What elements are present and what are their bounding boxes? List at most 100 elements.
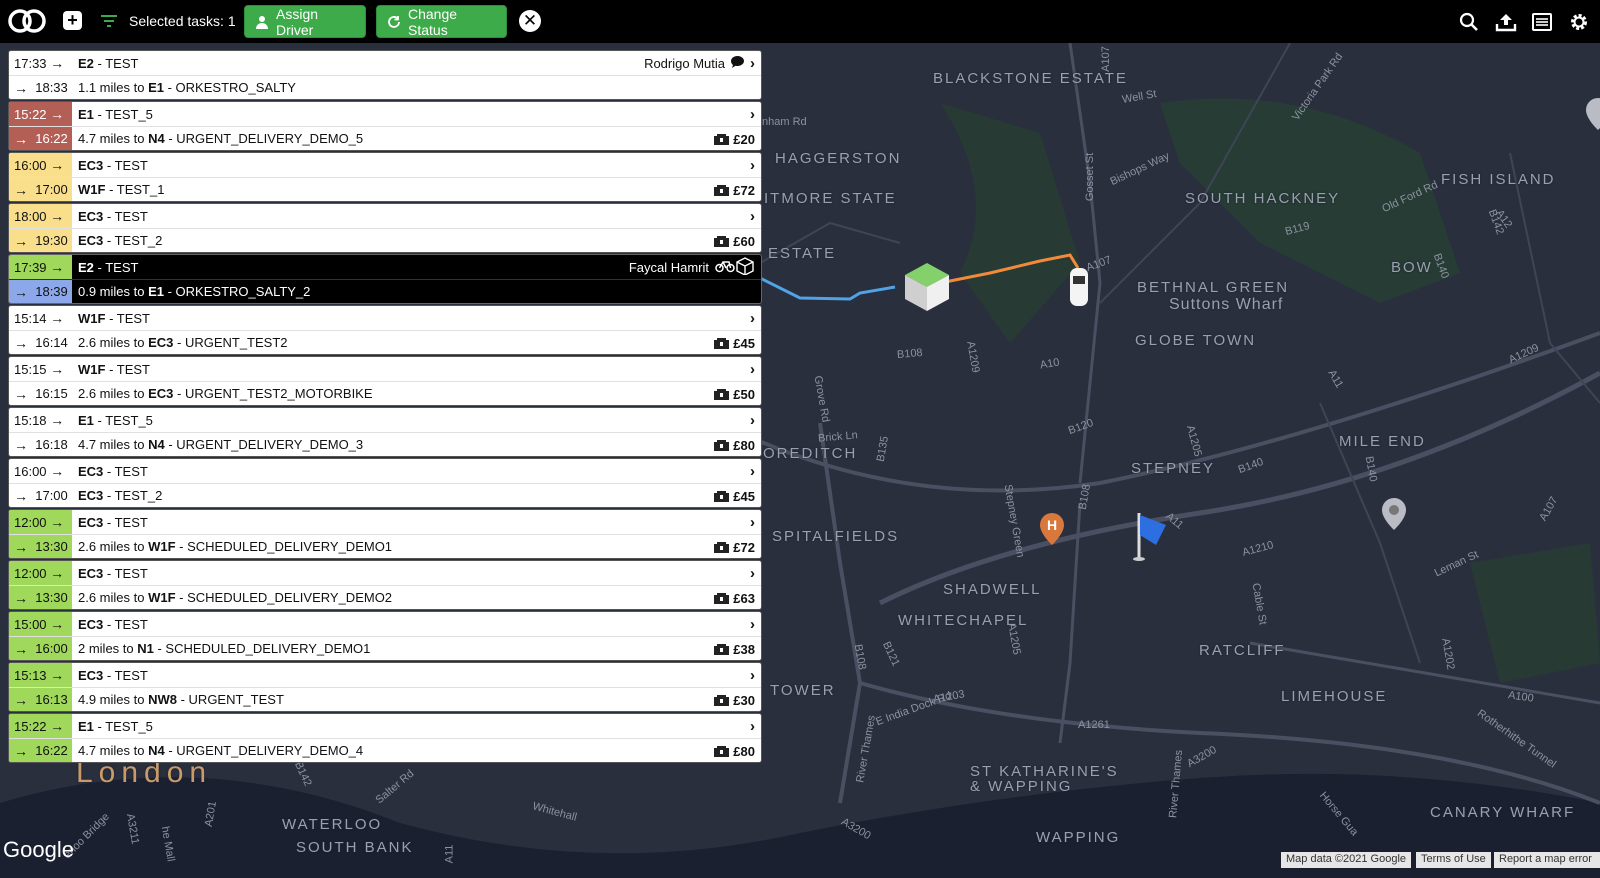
vehicle-marker[interactable] [1070,268,1088,306]
dropoff-right: £72 [714,535,755,558]
price: £20 [714,132,755,147]
chevron-right-icon[interactable]: › [750,208,755,225]
gear-icon[interactable] [1568,11,1590,33]
chevron-right-icon[interactable]: › [750,667,755,684]
pickup-row[interactable]: 15:18 → E1 - TEST_5 › [9,408,761,432]
pickup-time: 15:18 → [14,412,65,428]
dropoff-row[interactable]: → 13:30 2.6 miles to W1F - SCHEDULED_DEL… [9,585,761,609]
pickup-time: 12:00 → [9,561,72,585]
chevron-right-icon[interactable]: › [750,718,755,735]
assign-driver-button[interactable]: Assign Driver [244,5,366,38]
price: £45 [714,336,755,351]
pickup-time: 15:13 → [9,663,72,687]
upload-icon[interactable] [1495,11,1517,33]
pickup-right: › [744,408,755,432]
change-status-button[interactable]: Change Status [376,5,507,38]
terms-of-use-link[interactable]: Terms of Use [1416,852,1491,868]
pickup-row[interactable]: 16:00 → EC3 - TEST › [9,459,761,483]
pickup-row[interactable]: 17:39 → E2 - TEST Faycal Hamrit [9,255,761,279]
pickup-row[interactable]: 12:00 → EC3 - TEST › [9,510,761,534]
road-label: B108 [896,346,924,362]
dropoff-row[interactable]: → 16:22 4.7 miles to N4 - URGENT_DELIVER… [9,126,761,150]
task-card[interactable]: 15:15 → W1F - TEST › → 16:15 2.6 miles t… [8,356,762,406]
plus-icon[interactable]: + [63,11,82,30]
chevron-right-icon[interactable]: › [750,616,755,633]
task-card[interactable]: 12:00 → EC3 - TEST › → 13:30 2.6 miles t… [8,509,762,559]
area-label: HAGGERSTON [775,150,902,167]
dropoff-row[interactable]: → 17:00 W1F - TEST_1 £72 [9,177,761,201]
google-logo[interactable]: Google [3,837,74,863]
pickup-row[interactable]: 18:00 → EC3 - TEST › [9,204,761,228]
area-label: RATCLIFF [1199,642,1286,659]
task-card[interactable]: 12:00 → EC3 - TEST › → 13:30 2.6 miles t… [8,560,762,610]
price: £63 [714,591,755,606]
dropoff-row[interactable]: → 18:33 1.1 miles to E1 - ORKESTRO_SALTY [9,75,761,99]
pickup-row[interactable]: 12:00 → EC3 - TEST › [9,561,761,585]
pickup-row[interactable]: 17:33 → E2 - TEST Rodrigo Mutia › [9,51,761,75]
chevron-right-icon[interactable]: › [750,361,755,378]
task-card[interactable]: 17:33 → E2 - TEST Rodrigo Mutia › → 18:33… [8,50,762,100]
dropoff-row[interactable]: → 16:15 2.6 miles to EC3 - URGENT_TEST2_… [9,381,761,405]
pickup-row[interactable]: 15:22 → E1 - TEST_5 › [9,714,761,738]
chevron-right-icon[interactable]: › [750,310,755,327]
pickup-row[interactable]: 15:15 → W1F - TEST › [9,357,761,381]
road-label: nham Rd [762,116,807,128]
task-card[interactable]: 15:00 → EC3 - TEST › → 16:00 2 miles to … [8,611,762,661]
dropoff-row[interactable]: → 19:30 EC3 - TEST_2 £60 [9,228,761,252]
logo-icon[interactable] [8,9,46,33]
pickup-row[interactable]: 15:14 → W1F - TEST › [9,306,761,330]
search-icon[interactable] [1458,11,1480,33]
area-label: STEPNEY [1131,460,1216,477]
pickup-time: 12:00 → [9,510,72,534]
pickup-row[interactable]: 15:13 → EC3 - TEST › [9,663,761,687]
dropoff-right: £63 [714,586,755,609]
dropoff-desc: 2.6 miles to EC3 - URGENT_TEST2_MOTORBIK… [78,386,373,401]
chevron-right-icon[interactable]: › [750,106,755,123]
report-map-error-link[interactable]: Report a map error [1494,852,1600,868]
list-icon[interactable] [1531,11,1553,33]
pickup-row[interactable]: 15:00 → EC3 - TEST › [9,612,761,636]
task-card[interactable]: 16:00 → EC3 - TEST › → 17:00 EC3 - TEST_… [8,458,762,508]
dropoff-row[interactable]: → 16:13 4.9 miles to NW8 - URGENT_TEST £… [9,687,761,711]
pickup-desc: EC3 - TEST [78,667,148,683]
filter-icon[interactable] [100,12,118,30]
task-card[interactable]: 18:00 → EC3 - TEST › → 19:30 EC3 - TEST_… [8,203,762,253]
dropoff-time: → 17:00 [14,487,68,504]
chevron-right-icon[interactable]: › [750,412,755,429]
dropoff-right: £60 [714,229,755,252]
task-card[interactable]: 15:22 → E1 - TEST_5 › → 16:22 4.7 miles … [8,101,762,151]
chevron-right-icon[interactable]: › [750,463,755,480]
dropoff-row[interactable]: → 18:39 0.9 miles to E1 - ORKESTRO_SALTY… [9,279,761,303]
pickup-row[interactable]: 16:00 → EC3 - TEST › [9,153,761,177]
task-card[interactable]: 15:18 → E1 - TEST_5 › → 16:18 4.7 miles … [8,407,762,457]
task-card[interactable]: 15:22 → E1 - TEST_5 › → 16:22 4.7 miles … [8,713,762,763]
chevron-right-icon[interactable]: › [750,157,755,174]
pickup-desc: EC3 - TEST [78,514,148,530]
dropoff-right: £45 [714,484,755,507]
dropoff-right: £72 [714,178,755,201]
dropoff-row[interactable]: → 13:30 2.6 miles to W1F - SCHEDULED_DEL… [9,534,761,558]
chevron-right-icon[interactable]: › [750,514,755,531]
pickup-right: › [744,306,755,330]
task-card[interactable]: 15:13 → EC3 - TEST › → 16:13 4.9 miles t… [8,662,762,712]
dropoff-row[interactable]: → 16:22 4.7 miles to N4 - URGENT_DELIVER… [9,738,761,762]
dropoff-desc: 2.6 miles to W1F - SCHEDULED_DELIVERY_DE… [78,539,393,554]
dropoff-desc: EC3 - TEST_2 [78,488,163,503]
parcel-icon [714,133,730,145]
close-icon[interactable]: ✕ [519,10,541,32]
task-card[interactable]: 15:14 → W1F - TEST › → 16:14 2.6 miles t… [8,305,762,355]
dropoff-desc: 4.7 miles to N4 - URGENT_DELIVERY_DEMO_5 [78,131,364,146]
dropoff-row[interactable]: → 16:14 2.6 miles to EC3 - URGENT_TEST2 … [9,330,761,354]
dropoff-right: £20 [714,127,755,150]
dropoff-row[interactable]: → 16:00 2 miles to N1 - SCHEDULED_DELIVE… [9,636,761,660]
dropoff-row[interactable]: → 16:18 4.7 miles to N4 - URGENT_DELIVER… [9,432,761,456]
task-card[interactable]: 16:00 → EC3 - TEST › → 17:00 W1F - TEST_… [8,152,762,202]
task-card[interactable]: 17:39 → E2 - TEST Faycal Hamrit → 18:39 … [8,254,762,304]
dropoff-row[interactable]: → 17:00 EC3 - TEST_2 £45 [9,483,761,507]
parcel-icon [714,592,730,604]
driver-name: Faycal Hamrit [628,259,709,275]
chevron-right-icon[interactable]: › [750,565,755,582]
dropoff-desc: 4.9 miles to NW8 - URGENT_TEST [78,692,284,707]
chevron-right-icon[interactable]: › [750,55,755,72]
pickup-row[interactable]: 15:22 → E1 - TEST_5 › [9,102,761,126]
